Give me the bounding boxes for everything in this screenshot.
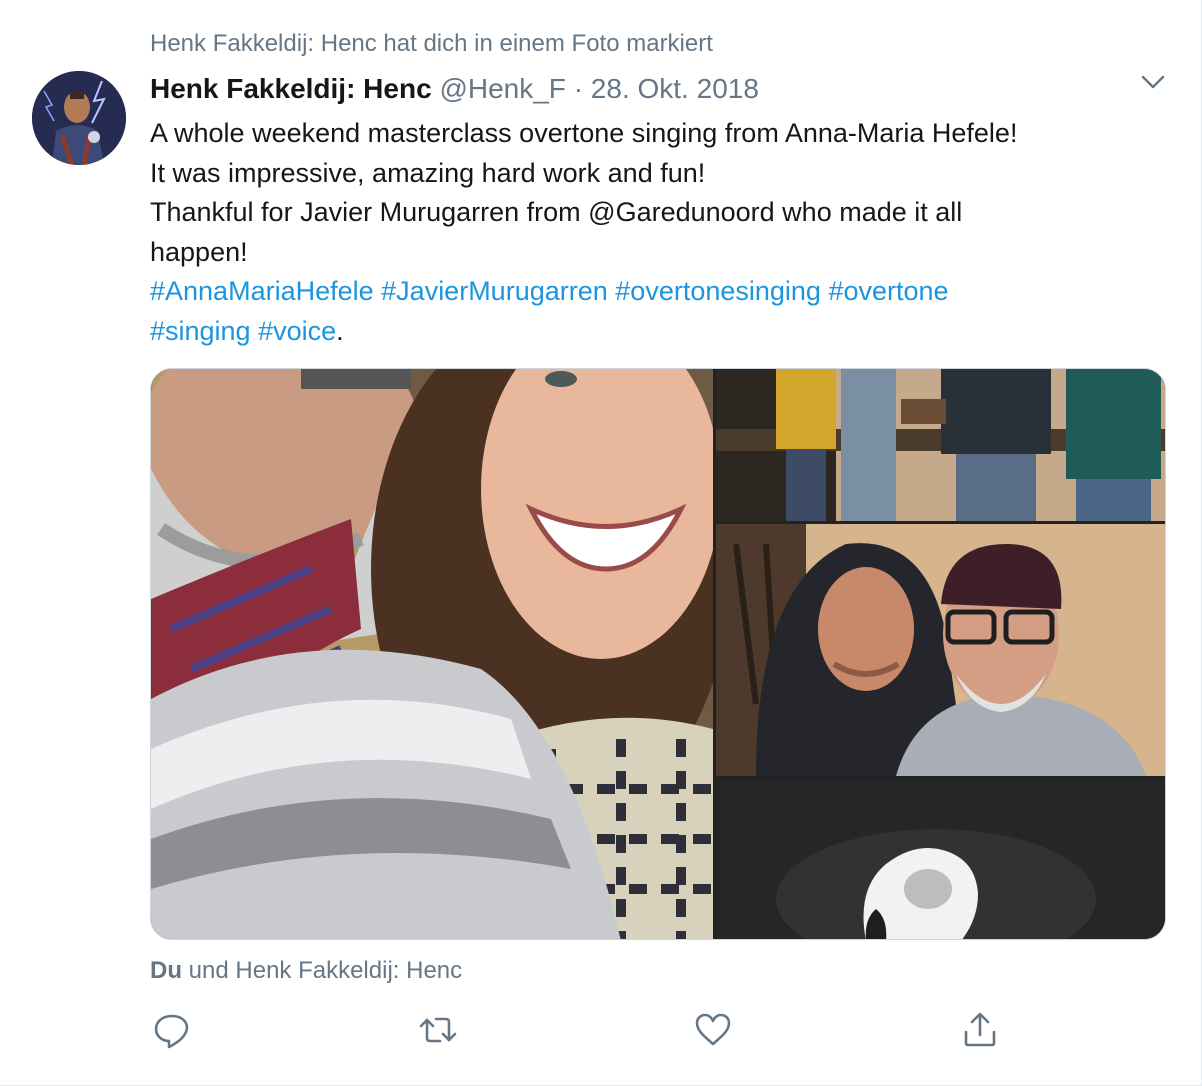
tweet[interactable]: Henk Fakkeldij: Henc hat dich in einem F…	[0, 0, 1202, 1086]
hashtag-link[interactable]: #overtonesinging	[615, 276, 821, 306]
hashtag-link[interactable]: #voice	[258, 316, 336, 346]
tweet-text-line: It was impressive, amazing hard work and…	[150, 157, 706, 188]
tweet-header: Henk Fakkeldij: Henc @Henk_F · 28. Okt. …	[150, 71, 759, 107]
photo-two-men[interactable]	[716, 524, 1165, 776]
chevron-down-icon[interactable]	[1140, 72, 1166, 92]
hashtag-link[interactable]: #overtone	[828, 276, 948, 306]
photo-group[interactable]	[716, 369, 1165, 521]
trailing-period: .	[336, 315, 344, 346]
photo-mri-scan[interactable]	[716, 779, 1165, 939]
share-icon[interactable]	[960, 1010, 1000, 1050]
hashtag-link[interactable]: #JavierMurugarren	[381, 276, 608, 306]
hashtag-line: #AnnaMariaHefele #JavierMurugarren #over…	[150, 272, 1160, 312]
tagged-users[interactable]: Du und Henk Fakkeldij: Henc	[150, 957, 462, 985]
hashtag-line: #singing #voice.	[150, 312, 1160, 352]
tweet-date[interactable]: 28. Okt. 2018	[591, 73, 759, 104]
retweet-icon[interactable]	[418, 1010, 458, 1050]
photo-grid	[150, 368, 1166, 940]
hashtag-link[interactable]: #AnnaMariaHefele	[150, 276, 374, 306]
tweet-text-line: happen!	[150, 236, 248, 267]
tagged-others[interactable]: und Henk Fakkeldij: Henc	[189, 957, 462, 984]
reply-icon[interactable]	[152, 1010, 192, 1050]
heart-icon[interactable]	[693, 1010, 733, 1050]
social-context[interactable]: Henk Fakkeldij: Henc hat dich in einem F…	[150, 30, 713, 58]
avatar[interactable]	[32, 71, 126, 165]
author-name[interactable]: Henk Fakkeldij: Henc	[150, 73, 432, 104]
hashtag-link[interactable]: #singing	[150, 316, 251, 346]
tweet-text-line: Thankful for Javier Murugarren from @Gar…	[150, 197, 963, 227]
tagged-you[interactable]: Du	[150, 957, 182, 984]
tweet-actions	[150, 1010, 1010, 1050]
tweet-text: A whole weekend masterclass overtone sin…	[150, 114, 1160, 351]
photo-selfie[interactable]	[151, 369, 713, 939]
separator-dot: ·	[573, 73, 584, 104]
author-handle[interactable]: @Henk_F	[439, 73, 565, 104]
tweet-text-line: A whole weekend masterclass overtone sin…	[150, 118, 1018, 148]
